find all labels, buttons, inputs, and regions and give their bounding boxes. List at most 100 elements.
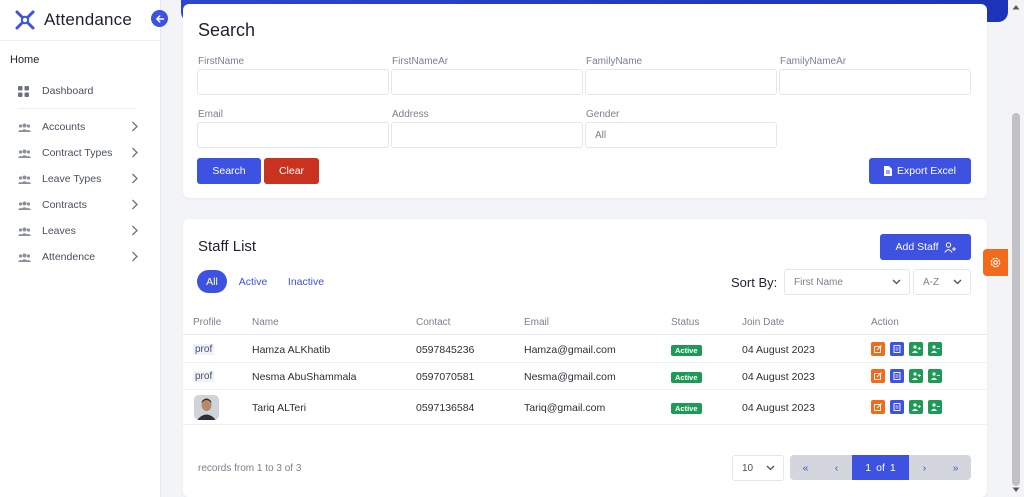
add-staff-button[interactable]: Add Staff <box>880 234 971 260</box>
page-of-label: of <box>876 461 885 474</box>
user-plus-icon <box>911 372 921 380</box>
search-title: Search <box>198 20 256 40</box>
staff-join-date: 04 August 2023 <box>742 371 815 383</box>
scroll-down-icon[interactable] <box>1012 487 1020 493</box>
add-user-button[interactable] <box>928 369 942 383</box>
sort-order-select[interactable]: A-Z <box>913 269 971 295</box>
next-page-button[interactable]: › <box>909 455 940 480</box>
user-add-icon <box>930 403 940 411</box>
first-page-button[interactable]: « <box>790 455 821 480</box>
export-excel-label: Export Excel <box>897 165 956 177</box>
user-plus-icon <box>943 241 956 253</box>
users-icon <box>18 149 34 158</box>
sidebar-item-attendence[interactable]: Attendence <box>18 248 142 266</box>
address-input[interactable] <box>392 123 582 147</box>
address-field[interactable] <box>391 122 583 148</box>
export-excel-button[interactable]: Export Excel <box>869 158 971 184</box>
gender-select[interactable]: All <box>585 122 777 148</box>
search-button[interactable]: Search <box>197 158 261 184</box>
email-field[interactable] <box>197 122 389 148</box>
staff-list-panel: Staff List Add Staff All Active Inactive… <box>183 219 987 497</box>
sidebar-item-label: Contract Types <box>42 147 113 159</box>
assign-button[interactable] <box>909 369 923 383</box>
gender-select-value: All <box>595 129 607 141</box>
brand[interactable]: Attendance <box>14 9 132 31</box>
table-row: Tariq ALTeri 0597136584 Tariq@gmail.com … <box>183 390 987 425</box>
column-header-email: Email <box>524 317 550 328</box>
sidebar-separator <box>18 108 136 109</box>
avatar-photo-icon <box>194 395 219 420</box>
details-button[interactable] <box>890 342 904 356</box>
sort-field-value: First Name <box>794 276 843 288</box>
clear-button[interactable]: Clear <box>264 158 319 184</box>
add-user-button[interactable] <box>928 400 942 414</box>
app-logo-icon <box>15 10 35 30</box>
sidebar-item-accounts[interactable]: Accounts <box>18 118 142 136</box>
prev-page-button[interactable]: ‹ <box>821 455 852 480</box>
details-button[interactable] <box>890 400 904 414</box>
tab-inactive[interactable]: Inactive <box>283 270 329 293</box>
settings-button[interactable] <box>983 249 1008 276</box>
last-page-button[interactable]: » <box>940 455 971 480</box>
first-name-field[interactable] <box>197 69 389 95</box>
scroll-up-icon[interactable] <box>1012 4 1020 10</box>
gender-label: Gender <box>586 109 620 120</box>
current-page: 1 <box>865 461 872 474</box>
edit-button[interactable] <box>871 400 885 414</box>
users-icon <box>18 201 34 210</box>
staff-name: Tariq ALTeri <box>252 402 307 414</box>
first-name-ar-field[interactable] <box>391 69 583 95</box>
sidebar-item-label: Dashboard <box>42 85 94 97</box>
page-size-value: 10 <box>742 462 754 474</box>
first-name-ar-label: FirstNameAr <box>392 56 449 67</box>
tab-active[interactable]: Active <box>233 270 273 293</box>
family-name-ar-field[interactable] <box>779 69 971 95</box>
sidebar-item-contracts[interactable]: Contracts <box>18 196 142 214</box>
search-panel: Search FirstName FirstNameAr FamilyName … <box>183 4 987 198</box>
avatar <box>194 395 219 420</box>
user-add-icon <box>930 345 940 353</box>
staff-email: Nesma@gmail.com <box>524 371 616 383</box>
first-name-label: FirstName <box>198 56 245 67</box>
tab-all[interactable]: All <box>197 270 227 293</box>
sort-field-select[interactable]: First Name <box>784 269 910 295</box>
details-button[interactable] <box>890 369 904 383</box>
add-user-button[interactable] <box>928 342 942 356</box>
family-name-input[interactable] <box>586 70 776 94</box>
column-header-profile: Profile <box>193 317 222 328</box>
gear-icon <box>990 257 1001 268</box>
column-header-status: Status <box>671 317 700 328</box>
assign-button[interactable] <box>909 400 923 414</box>
sort-order-value: A-Z <box>923 276 940 288</box>
total-pages: 1 <box>889 461 896 474</box>
chevron-down-icon <box>953 279 962 285</box>
sidebar-item-leave-types[interactable]: Leave Types <box>18 170 142 188</box>
first-name-ar-input[interactable] <box>392 70 582 94</box>
family-name-ar-input[interactable] <box>780 70 970 94</box>
edit-button[interactable] <box>871 342 885 356</box>
staff-contact: 0597070581 <box>416 371 475 383</box>
sidebar-collapse-button[interactable] <box>151 10 168 27</box>
sidebar-item-leaves[interactable]: Leaves <box>18 222 142 240</box>
family-name-ar-label: FamilyNameAr <box>780 56 847 67</box>
page-scrollbar[interactable] <box>1008 0 1024 497</box>
file-icon <box>884 166 893 176</box>
first-name-input[interactable] <box>198 70 388 94</box>
sidebar-item-dashboard[interactable]: Dashboard <box>18 82 142 100</box>
assign-button[interactable] <box>909 342 923 356</box>
sidebar-item-label: Contracts <box>42 199 87 211</box>
email-input[interactable] <box>198 123 388 147</box>
scrollbar-thumb[interactable] <box>1012 113 1020 486</box>
page-size-select[interactable]: 10 <box>732 455 784 481</box>
chevron-right-icon <box>132 173 138 184</box>
family-name-label: FamilyName <box>586 56 643 67</box>
users-icon <box>18 175 34 184</box>
email-label: Email <box>198 109 224 120</box>
chevron-down-icon <box>892 279 901 285</box>
family-name-field[interactable] <box>585 69 777 95</box>
edit-button[interactable] <box>871 369 885 383</box>
edit-icon <box>874 403 882 411</box>
users-icon <box>18 227 34 236</box>
staff-name: Hamza ALKhatib <box>252 344 331 356</box>
sidebar-item-contract-types[interactable]: Contract Types <box>18 144 142 162</box>
